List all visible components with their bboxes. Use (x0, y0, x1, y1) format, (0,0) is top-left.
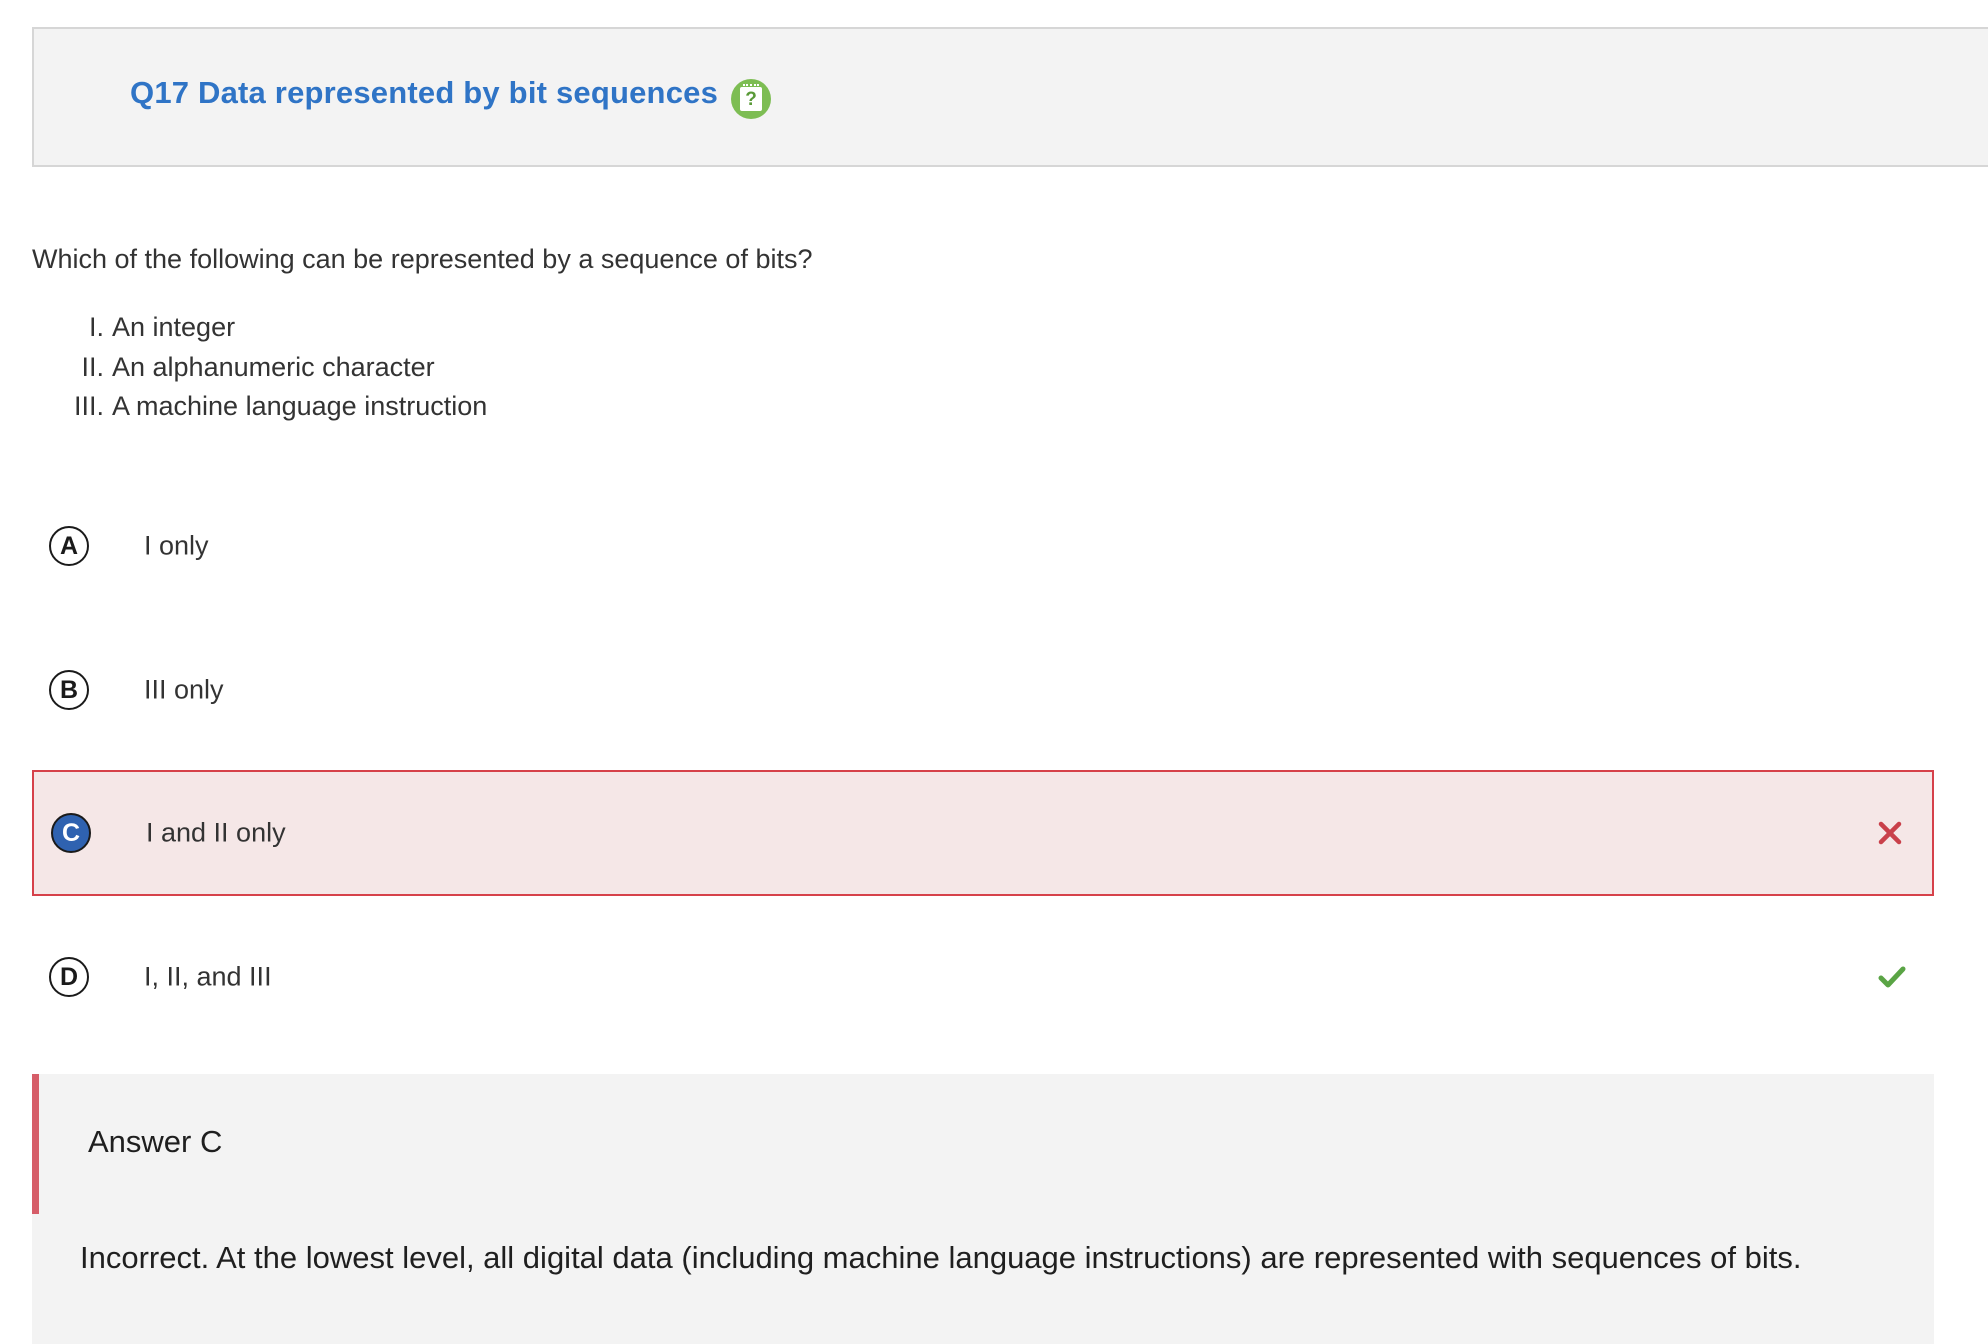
statement-item: II. An alphanumeric character (32, 348, 632, 388)
question-title: Q17 Data represented by bit sequences (130, 75, 719, 110)
answer-label: Answer C (88, 1124, 223, 1159)
statement-list: I. An integer II. An alphanumeric charac… (32, 308, 632, 427)
statement-number: III. (73, 391, 104, 421)
choice-text-c: I and II only (146, 817, 286, 848)
question-prompt: Which of the following can be represente… (32, 244, 813, 274)
statement-text: A machine language instruction (112, 391, 488, 421)
statement-text: An alphanumeric character (112, 351, 435, 382)
question-header: Q17 Data represented by bit sequences ? (32, 27, 1988, 167)
choice-text-a: I only (144, 530, 209, 561)
choice-text-b: III only (144, 674, 224, 705)
statement-number: II. (81, 351, 104, 382)
choice-letter-d: D (49, 957, 89, 997)
question-page: Q17 Data represented by bit sequences ? … (0, 0, 1988, 1344)
statement-text: An integer (112, 312, 236, 342)
choice-a[interactable]: A I only (32, 483, 1934, 609)
help-symbol: ? (740, 84, 762, 111)
statement-item: III. A machine language instruction (32, 387, 632, 427)
choice-text-d: I, II, and III (144, 961, 272, 992)
answer-explanation: Incorrect. At the lowest level, all digi… (80, 1240, 1802, 1275)
choice-b[interactable]: B III only (32, 627, 1934, 753)
choice-letter-b: B (49, 670, 89, 710)
statement-number: I. (88, 312, 104, 342)
choice-letter-a: A (49, 526, 89, 566)
feedback-panel: Answer C Incorrect. At the lowest level,… (32, 1074, 1934, 1344)
choice-d[interactable]: D I, II, and III (32, 914, 1934, 1040)
close-x-icon (1878, 821, 1902, 845)
feedback-accent-bar (32, 1074, 39, 1214)
checkmark-icon (1878, 966, 1906, 988)
help-notepad-icon[interactable]: ? (731, 79, 771, 119)
statement-item: I. An integer (32, 308, 632, 348)
choice-c[interactable]: C I and II only (32, 770, 1934, 896)
choice-letter-c: C (51, 813, 91, 853)
